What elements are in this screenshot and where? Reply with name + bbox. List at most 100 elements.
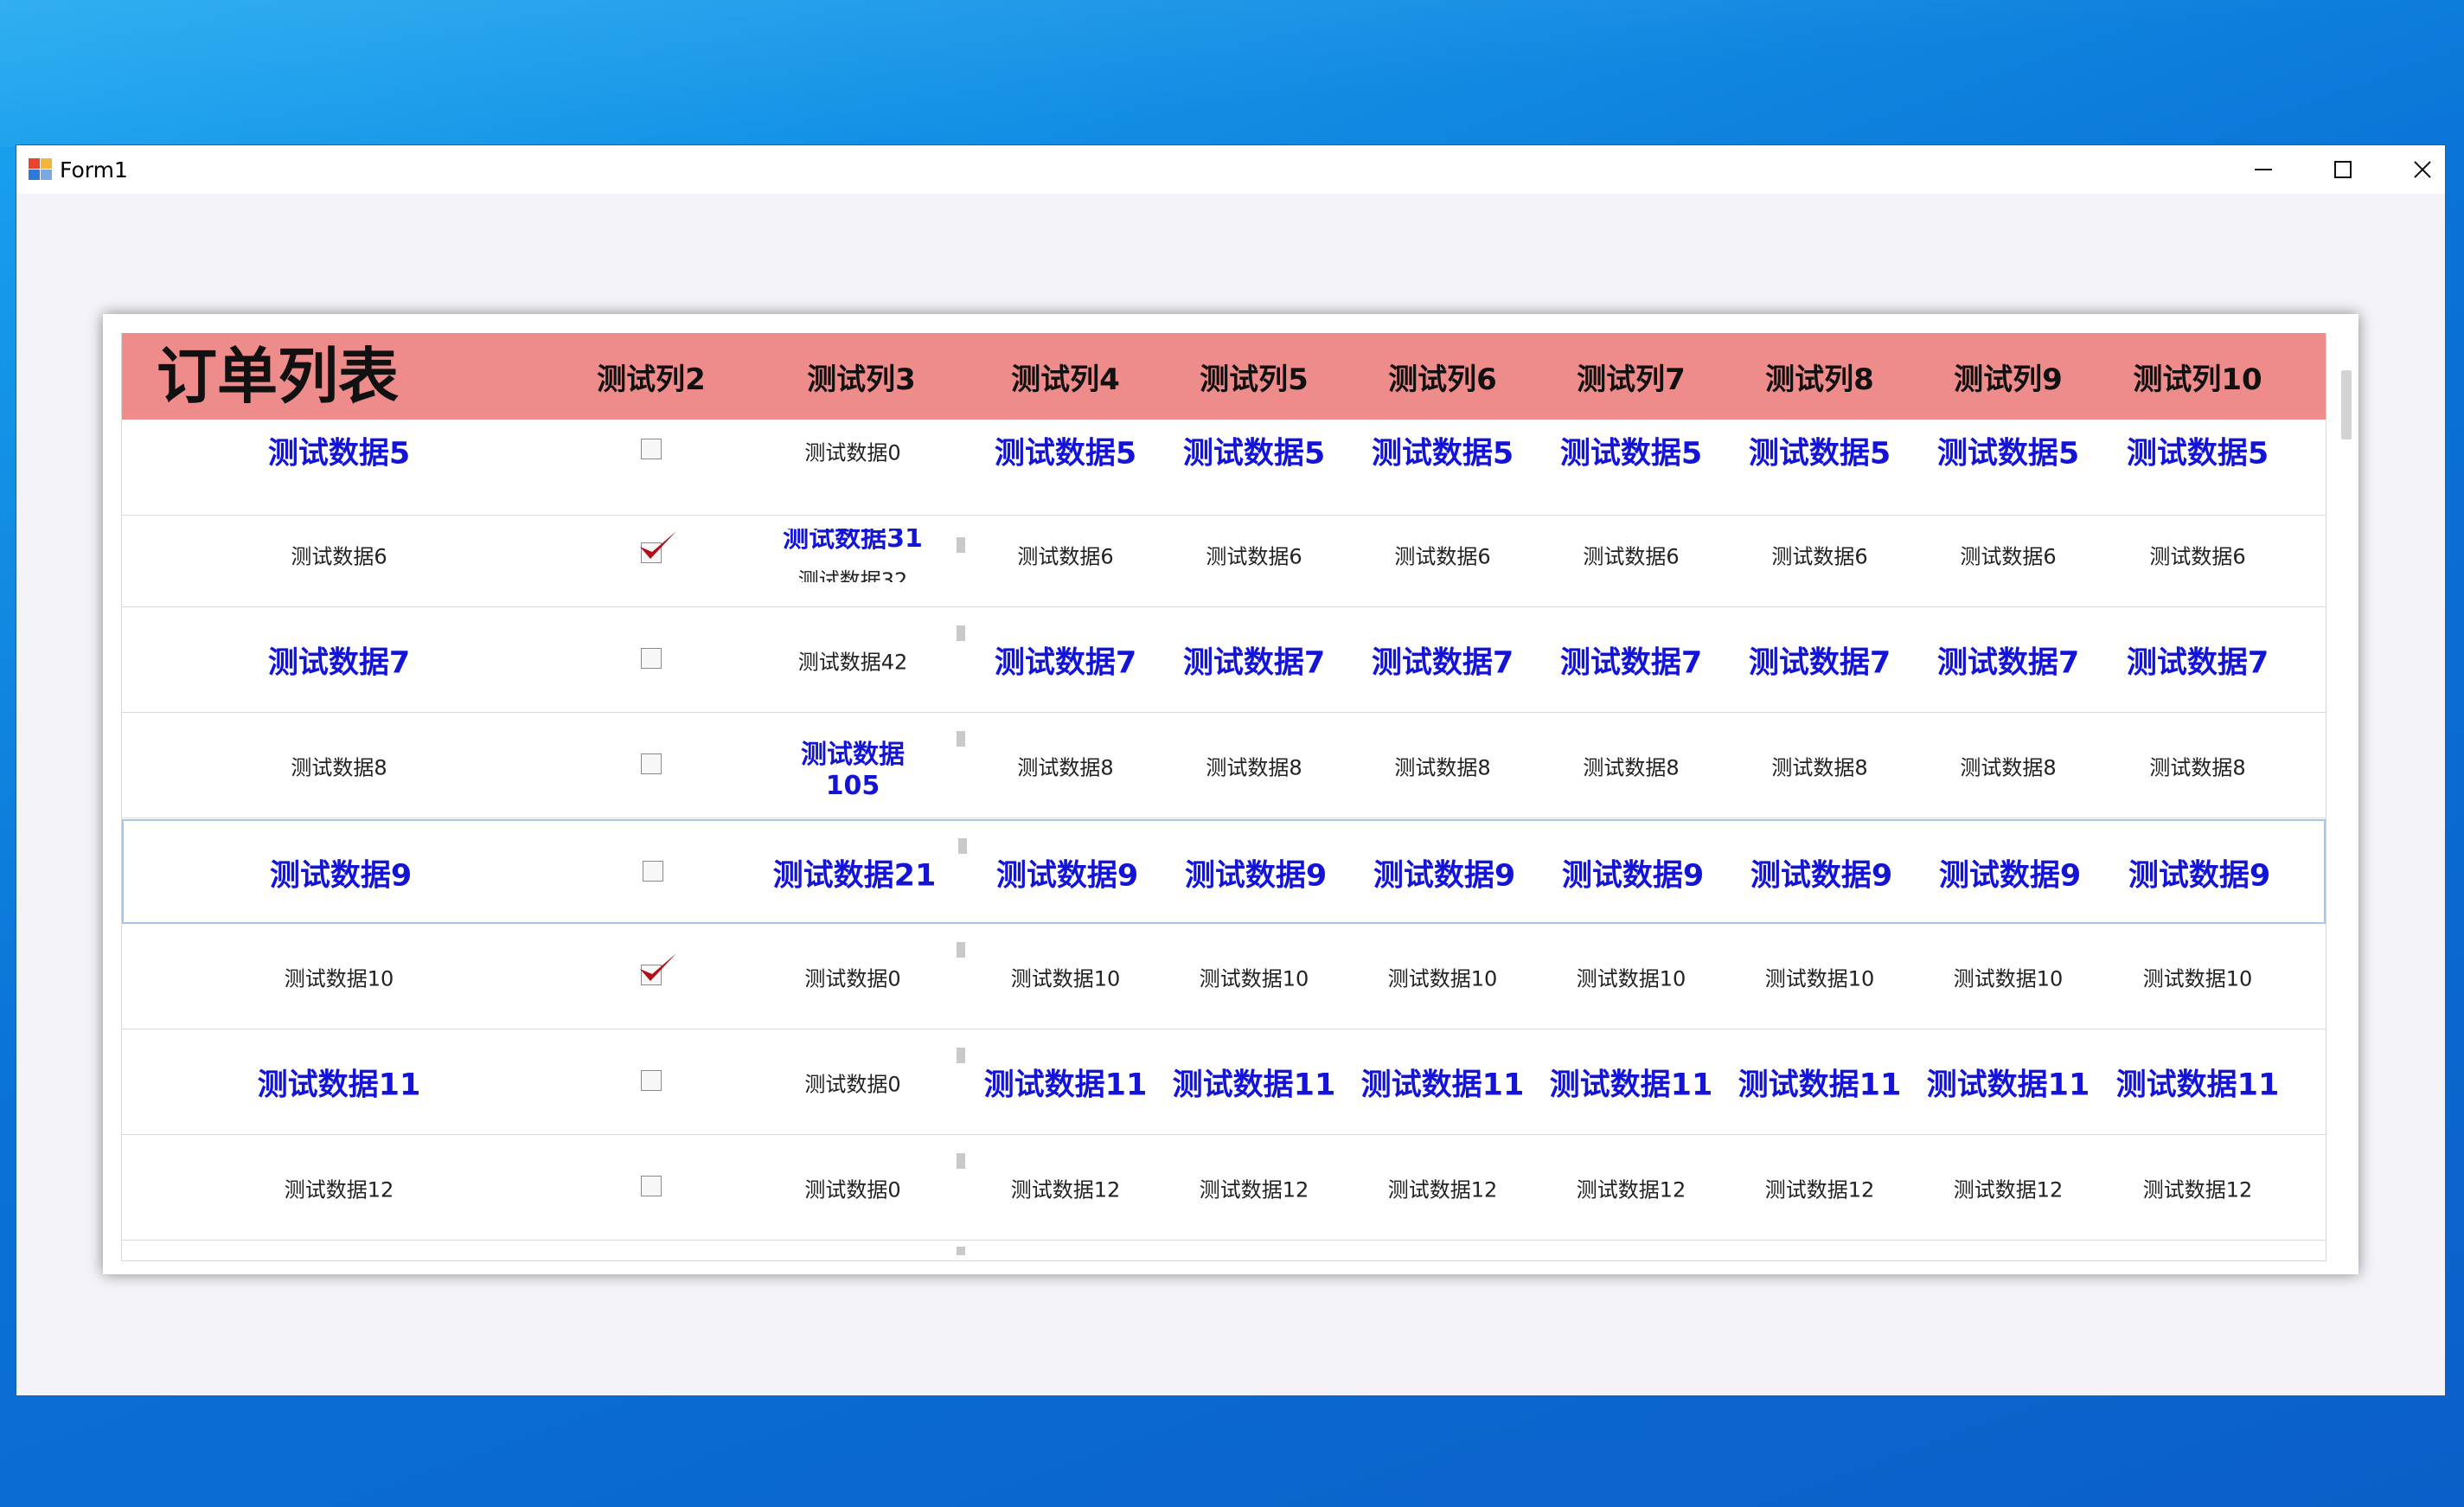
cell-col8: 测试数据8 xyxy=(1771,755,1868,780)
cell-col3: 测试数据0 xyxy=(804,966,901,991)
cell-col7: 测试数据11 xyxy=(1549,1068,1713,1103)
checkmark-icon xyxy=(640,953,676,981)
row-checkbox[interactable] xyxy=(643,861,663,882)
cell-name: 测试数据12 xyxy=(284,1177,394,1202)
cell-col6: 测试数据12 xyxy=(1387,1177,1498,1202)
cell-name: 测试数据6 xyxy=(291,544,387,569)
cell-col8: 测试数据5 xyxy=(1748,436,1891,471)
table-row[interactable]: 测试数据10 测试数据0 测试数据10 测试数据10 测试数据10 测试数据10 测试数据1… xyxy=(122,925,2326,1029)
title-bar[interactable]: Form1 xyxy=(16,145,2445,194)
app-icon xyxy=(29,158,53,181)
cell-col6: 测试数据6 xyxy=(1394,544,1491,569)
cell-col4: 测试数据7 xyxy=(994,645,1137,681)
row-checkbox[interactable] xyxy=(641,1070,662,1091)
cell-name: 测试数据9 xyxy=(269,858,413,894)
row-checkbox[interactable] xyxy=(641,1176,662,1196)
cell-name: 测试数据10 xyxy=(284,966,394,991)
cell-col7: 测试数据8 xyxy=(1583,755,1680,780)
cell-name: 测试数据7 xyxy=(267,645,411,681)
grid-header: 订单列表 测试列2 测试列3 测试列4 测试列5 测试列6 测试列7 测试列8 测试列9 测试列… xyxy=(122,333,2326,420)
cell-col5: 测试数据12 xyxy=(1199,1177,1309,1202)
cell-col3: 测试数据31 测试数据32 xyxy=(766,529,939,582)
cell-col5: 测试数据11 xyxy=(1172,1068,1336,1103)
cell-col6: 测试数据10 xyxy=(1387,966,1498,991)
row-checkbox[interactable] xyxy=(641,439,662,459)
table-row[interactable]: 测试数据11 测试数据0 测试数据11 测试数据11 测试数据11 测试数据11 测试数据1… xyxy=(122,1030,2326,1135)
cell-col4: 测试数据5 xyxy=(994,436,1137,471)
cell-col10: 测试数据11 xyxy=(2115,1068,2280,1103)
cell-scroll-indicator[interactable] xyxy=(957,537,965,553)
maximize-button[interactable] xyxy=(2303,145,2383,194)
checkmark-icon xyxy=(640,531,676,559)
grid-title: 订单列表 xyxy=(157,341,399,412)
table-row[interactable]: 测试数据8 测试数据 105 测试数据8 测试数据8 测试数据8 测试数据8 测试数据8 测试数… xyxy=(122,714,2326,818)
column-header-2[interactable]: 测试列2 xyxy=(597,356,706,398)
cell-col9: 测试数据7 xyxy=(1936,645,2080,681)
cell-col9: 测试数据8 xyxy=(1960,755,2057,780)
maximize-icon xyxy=(2334,161,2352,178)
row-checkbox[interactable] xyxy=(641,754,662,774)
cell-col6: 测试数据9 xyxy=(1373,858,1516,894)
cell-col10: 测试数据12 xyxy=(2142,1177,2253,1202)
table-row[interactable]: 测试数据7 测试数据42 测试数据7 测试数据7 测试数据7 测试数据7 测试数据7 测试数据… xyxy=(122,608,2326,713)
table-row[interactable]: 测试数据9 测试数据21 测试数据9 测试数据9 测试数据9 测试数据9 测试数据9 测试数据… xyxy=(122,819,2326,924)
column-header-10[interactable]: 测试列10 xyxy=(2133,356,2262,398)
close-button[interactable] xyxy=(2383,145,2462,194)
cell-col10: 测试数据6 xyxy=(2149,544,2246,569)
column-header-9[interactable]: 测试列9 xyxy=(1954,356,2063,398)
cell-scroll-indicator[interactable] xyxy=(957,625,965,641)
column-header-7[interactable]: 测试列7 xyxy=(1577,356,1686,398)
cell-col8: 测试数据7 xyxy=(1748,645,1891,681)
cell-scroll-indicator[interactable] xyxy=(957,1048,965,1063)
table-row[interactable]: 测试数据6 测试数据31 测试数据32 测试数据6 测试数据6 测试数据6 测试数据6 测试数… xyxy=(122,503,2326,607)
vertical-scrollbar[interactable] xyxy=(2341,370,2352,439)
cell-col5: 测试数据10 xyxy=(1199,966,1309,991)
cell-col8: 测试数据6 xyxy=(1771,544,1868,569)
table-row[interactable]: 测试数据12 测试数据0 测试数据12 测试数据12 测试数据12 测试数据12 测试数据1… xyxy=(122,1136,2326,1241)
cell-col3: 测试数据21 xyxy=(772,858,937,894)
cell-scroll-indicator[interactable] xyxy=(957,1153,965,1169)
cell-col4: 测试数据11 xyxy=(983,1068,1148,1103)
cell-scroll-indicator[interactable] xyxy=(957,731,965,747)
cell-col3: 测试数据42 xyxy=(797,650,908,675)
column-header-4[interactable]: 测试列4 xyxy=(1011,356,1120,398)
cell-col6: 测试数据7 xyxy=(1371,645,1514,681)
row-checkbox[interactable] xyxy=(641,648,662,669)
cell-scroll-indicator[interactable] xyxy=(957,942,965,958)
cell-col7: 测试数据10 xyxy=(1576,966,1686,991)
cell-col3: 测试数据0 xyxy=(804,440,901,465)
cell-col9: 测试数据9 xyxy=(1938,858,2082,894)
column-header-5[interactable]: 测试列5 xyxy=(1200,356,1309,398)
column-header-6[interactable]: 测试列6 xyxy=(1388,356,1497,398)
cell-col4: 测试数据6 xyxy=(1017,544,1114,569)
cell-col5: 测试数据7 xyxy=(1182,645,1326,681)
column-header-8[interactable]: 测试列8 xyxy=(1765,356,1874,398)
cell-col8: 测试数据12 xyxy=(1764,1177,1875,1202)
order-grid[interactable]: 测试数据5 测试数据0 测试数据5 测试数据5 测试数据5 测试数据5 测试数据5 测试数据5… xyxy=(121,333,2326,1261)
minimize-button[interactable] xyxy=(2224,145,2303,194)
window-title: Form1 xyxy=(60,157,128,183)
cell-col9: 测试数据5 xyxy=(1936,436,2080,471)
cell-col10: 测试数据9 xyxy=(2128,858,2271,894)
table-row[interactable]: 测试数据5 测试数据0 测试数据5 测试数据5 测试数据5 测试数据5 测试数据5 测试数据5… xyxy=(122,411,2326,516)
cell-col9: 测试数据12 xyxy=(1953,1177,2064,1202)
cell-col3: 测试数据0 xyxy=(804,1072,901,1097)
cell-col6: 测试数据5 xyxy=(1371,436,1514,471)
cell-col8: 测试数据11 xyxy=(1738,1068,1902,1103)
cell-scroll-indicator[interactable] xyxy=(957,1247,965,1255)
column-header-3[interactable]: 测试列3 xyxy=(807,356,916,398)
cell-col4: 测试数据10 xyxy=(1010,966,1121,991)
cell-col6: 测试数据11 xyxy=(1360,1068,1525,1103)
cell-name: 测试数据5 xyxy=(267,436,411,471)
desktop-background xyxy=(0,0,2464,147)
minimize-icon xyxy=(2255,169,2272,170)
cell-col9: 测试数据11 xyxy=(1926,1068,2090,1103)
cell-col4: 测试数据8 xyxy=(1017,755,1114,780)
cell-name: 测试数据8 xyxy=(291,755,387,780)
cell-col3-line2: 105 xyxy=(825,771,880,801)
cell-col3-line1: 测试数据 xyxy=(801,740,905,770)
table-row-partial[interactable] xyxy=(122,1241,2326,1260)
cell-col3: 测试数据 105 xyxy=(766,733,939,807)
cell-col5: 测试数据8 xyxy=(1206,755,1302,780)
cell-scroll-indicator[interactable] xyxy=(958,838,967,854)
